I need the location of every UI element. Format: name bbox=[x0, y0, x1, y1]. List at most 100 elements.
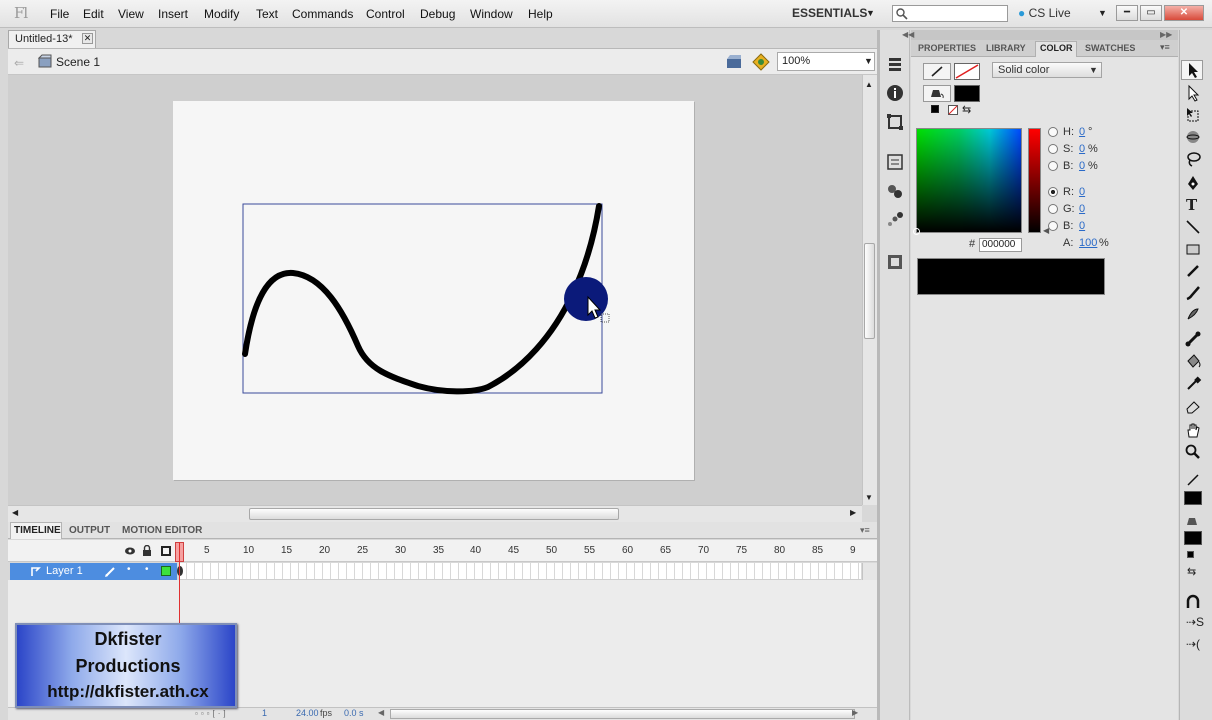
lasso-tool-icon[interactable] bbox=[1184, 150, 1202, 168]
eraser-tool-icon[interactable] bbox=[1184, 397, 1202, 415]
stroke-color-tool-swatch[interactable] bbox=[1184, 491, 1202, 505]
stage-vertical-scroll-thumb[interactable] bbox=[864, 243, 875, 339]
back-arrow-icon[interactable]: ⇐ bbox=[14, 56, 24, 70]
fill-color-button[interactable] bbox=[923, 85, 951, 102]
layer-name[interactable]: Layer 1 bbox=[46, 565, 83, 577]
outline-toggle-icon[interactable] bbox=[161, 546, 171, 556]
blue-radio[interactable] bbox=[1048, 221, 1058, 231]
brightness-radio[interactable] bbox=[1048, 161, 1058, 171]
blue-value[interactable]: 0 bbox=[1079, 220, 1085, 232]
motion-presets-panel-icon[interactable] bbox=[885, 210, 905, 230]
red-radio[interactable] bbox=[1048, 187, 1058, 197]
brush-tool-icon[interactable] bbox=[1184, 284, 1202, 302]
workspace-switcher[interactable]: ESSENTIALS bbox=[792, 6, 867, 20]
no-color-button-icon[interactable] bbox=[948, 105, 958, 115]
close-window-button[interactable]: ✕ bbox=[1164, 5, 1204, 21]
straighten-option-icon[interactable]: ⇢( bbox=[1186, 637, 1200, 651]
timeline-horizontal-scrollbar[interactable] bbox=[390, 709, 855, 719]
menu-window[interactable]: Window bbox=[470, 7, 513, 21]
menu-help[interactable]: Help bbox=[528, 7, 553, 21]
menu-view[interactable]: View bbox=[118, 7, 144, 21]
info-panel-icon[interactable] bbox=[885, 83, 905, 103]
alpha-value[interactable]: 100 bbox=[1079, 237, 1097, 249]
color-spectrum-picker[interactable] bbox=[916, 128, 1022, 233]
stroke-color-button[interactable] bbox=[923, 63, 951, 80]
tab-output[interactable]: OUTPUT bbox=[69, 525, 110, 536]
menu-edit[interactable]: Edit bbox=[83, 7, 104, 21]
workspace-dropdown-icon[interactable]: ▼ bbox=[866, 8, 875, 18]
tab-properties[interactable]: PROPERTIES bbox=[918, 43, 976, 53]
rectangle-tool-icon[interactable] bbox=[1184, 240, 1202, 258]
stage-drawing[interactable] bbox=[173, 101, 694, 480]
saturation-value[interactable]: 0 bbox=[1079, 143, 1085, 155]
scroll-up-icon[interactable]: ▲ bbox=[865, 80, 873, 89]
bone-tool-icon[interactable] bbox=[1184, 330, 1202, 348]
minimize-button[interactable]: ━ bbox=[1116, 5, 1138, 21]
help-search-input[interactable] bbox=[892, 5, 1008, 22]
hand-tool-icon[interactable] bbox=[1184, 421, 1202, 439]
subselection-tool-icon[interactable] bbox=[1184, 84, 1202, 102]
red-value[interactable]: 0 bbox=[1079, 186, 1085, 198]
smooth-option-icon[interactable]: ⇢S bbox=[1186, 615, 1204, 629]
fill-color-tool-swatch[interactable] bbox=[1184, 531, 1202, 545]
timeline-menu-icon[interactable]: ▾≡ bbox=[860, 525, 870, 536]
swap-colors-icon[interactable]: ⇆ bbox=[962, 103, 971, 116]
stroke-color-tool-icon[interactable] bbox=[1184, 471, 1202, 489]
saturation-radio[interactable] bbox=[1048, 144, 1058, 154]
selection-tool-icon[interactable] bbox=[1184, 61, 1202, 79]
stroke-color-swatch[interactable] bbox=[954, 63, 980, 80]
menu-file[interactable]: File bbox=[50, 7, 69, 21]
deco-tool-icon[interactable] bbox=[1184, 305, 1202, 323]
scene-breadcrumb[interactable]: Scene 1 bbox=[56, 55, 100, 69]
3d-rotation-tool-icon[interactable] bbox=[1184, 128, 1202, 146]
brightness-slider[interactable] bbox=[1028, 128, 1041, 233]
layer-outline-color-icon[interactable] bbox=[161, 566, 171, 576]
fps-value[interactable]: 24.00 bbox=[296, 708, 319, 718]
library-panel-icon[interactable] bbox=[885, 252, 905, 272]
components-panel-icon[interactable] bbox=[885, 152, 905, 172]
menu-modify[interactable]: Modify bbox=[204, 7, 239, 21]
align-panel-icon[interactable] bbox=[885, 55, 905, 75]
default-colors-icon[interactable] bbox=[1187, 551, 1194, 558]
menu-debug[interactable]: Debug bbox=[420, 7, 455, 21]
current-frame-value[interactable]: 1 bbox=[262, 708, 267, 718]
color-type-select[interactable]: Solid color ▼ bbox=[992, 62, 1102, 78]
tab-motion-editor[interactable]: MOTION EDITOR bbox=[122, 525, 202, 536]
brightness-value[interactable]: 0 bbox=[1079, 160, 1085, 172]
panel-options-menu-icon[interactable]: ▾≡ bbox=[1160, 42, 1170, 53]
menu-commands[interactable]: Commands bbox=[292, 7, 353, 21]
hex-input[interactable]: 000000 bbox=[979, 238, 1022, 252]
black-white-icon[interactable] bbox=[931, 105, 939, 113]
zoom-select[interactable]: 100% ▼ bbox=[777, 52, 875, 71]
show-hide-eye-icon[interactable] bbox=[124, 546, 136, 556]
layer-lock-dot[interactable]: • bbox=[145, 564, 149, 575]
snap-to-objects-icon[interactable] bbox=[1184, 594, 1202, 612]
text-tool-icon[interactable]: T bbox=[1186, 196, 1197, 214]
edit-scene-icon[interactable] bbox=[726, 54, 744, 70]
panel-collapse-icon[interactable]: ◀◀ bbox=[902, 30, 914, 39]
menu-text[interactable]: Text bbox=[256, 7, 278, 21]
green-value[interactable]: 0 bbox=[1079, 203, 1085, 215]
fill-color-swatch[interactable] bbox=[954, 85, 980, 102]
onion-skin-icons[interactable]: ▫▫▫[·] bbox=[195, 709, 255, 719]
hue-value[interactable]: 0 bbox=[1079, 126, 1085, 138]
timeline-scroll-left-icon[interactable]: ◀ bbox=[378, 708, 384, 717]
menu-insert[interactable]: Insert bbox=[158, 7, 188, 21]
edit-symbols-icon[interactable] bbox=[752, 53, 770, 71]
timeline-scroll-right-icon[interactable]: ▶ bbox=[852, 708, 858, 717]
transform-panel-icon[interactable] bbox=[885, 112, 905, 132]
fill-color-tool-icon[interactable] bbox=[1184, 511, 1202, 529]
pencil-tool-icon[interactable] bbox=[1184, 262, 1202, 280]
tab-library[interactable]: LIBRARY bbox=[986, 43, 1026, 53]
tab-color[interactable]: COLOR bbox=[1040, 43, 1073, 53]
swap-tool-colors-icon[interactable]: ⇆ bbox=[1187, 565, 1196, 578]
lock-icon[interactable] bbox=[142, 545, 152, 556]
stage-horizontal-scroll-thumb[interactable] bbox=[249, 508, 619, 520]
menu-control[interactable]: Control bbox=[366, 7, 405, 21]
line-tool-icon[interactable] bbox=[1184, 218, 1202, 236]
scroll-left-icon[interactable]: ◀ bbox=[12, 508, 18, 517]
paint-bucket-tool-icon[interactable] bbox=[1184, 353, 1202, 371]
scroll-right-icon[interactable]: ▶ bbox=[850, 508, 856, 517]
maximize-button[interactable]: ▭ bbox=[1140, 5, 1162, 21]
close-tab-icon[interactable]: ✕ bbox=[82, 33, 93, 44]
